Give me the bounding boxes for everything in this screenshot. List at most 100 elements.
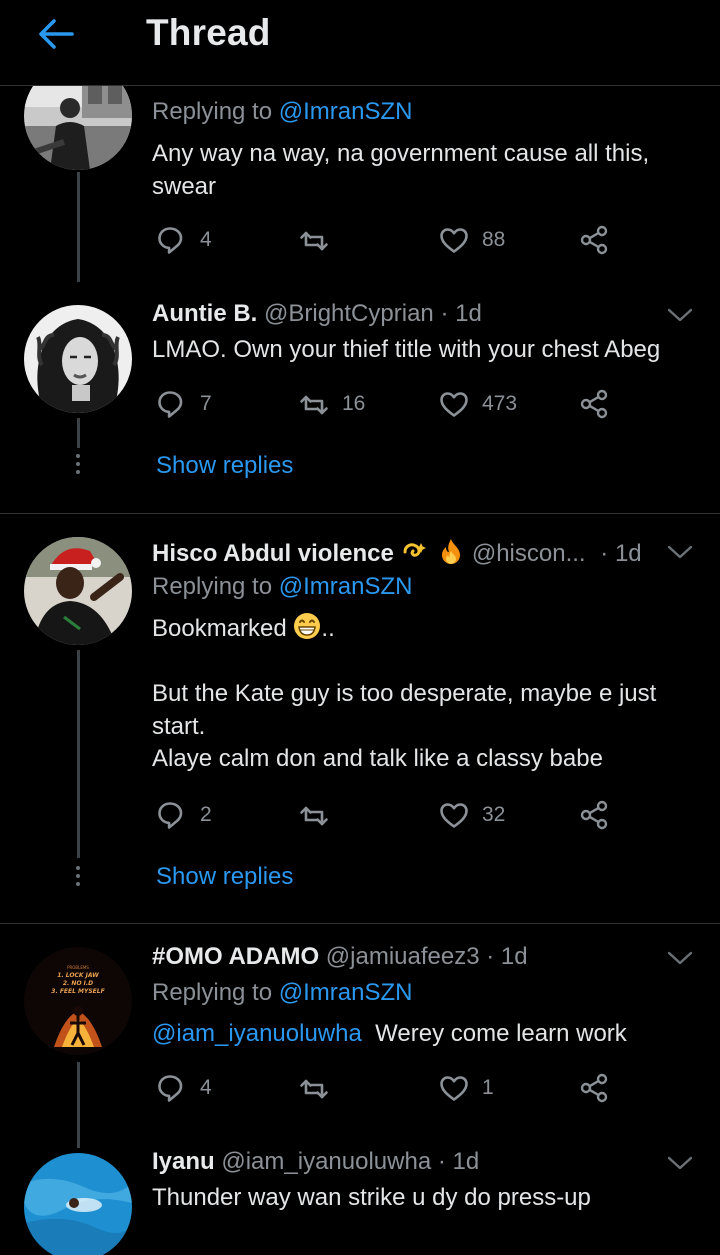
- thread-line: [77, 650, 80, 858]
- retweet-button[interactable]: [298, 222, 330, 258]
- timestamp: 1d: [455, 300, 482, 327]
- display-name[interactable]: Hisco Abdul violence: [152, 540, 394, 567]
- reply-icon: [158, 227, 183, 254]
- heart-icon: [440, 803, 468, 828]
- share-icon: [580, 389, 608, 419]
- grinning-emoji-icon: [294, 613, 321, 639]
- show-replies-link[interactable]: Show replies: [156, 452, 293, 480]
- svg-text:PROBLEMS: PROBLEMS: [67, 965, 89, 970]
- page-title: Thread: [146, 12, 271, 53]
- tweet-actions: 7 16 473: [156, 386, 616, 422]
- mention-link[interactable]: @ImranSZN: [279, 979, 413, 1006]
- share-button[interactable]: [578, 222, 610, 258]
- svg-text:3. FEEL MYSELF: 3. FEEL MYSELF: [51, 988, 105, 995]
- replying-to: Replying to @ImranSZN: [152, 979, 413, 1006]
- like-count: 1: [482, 1076, 494, 1099]
- display-name[interactable]: Auntie B.: [152, 300, 257, 327]
- replying-to: Replying to @ImranSZN: [152, 98, 413, 125]
- retweet-icon: [300, 806, 328, 826]
- reply-button[interactable]: 4: [156, 1070, 212, 1106]
- thread-dots: [76, 454, 81, 478]
- reply-button[interactable]: 7: [156, 386, 212, 422]
- user-handle[interactable]: @hiscon...: [472, 540, 586, 567]
- thread-line: [77, 418, 80, 448]
- top-bar: Thread: [0, 0, 720, 86]
- retweet-icon: [300, 231, 328, 251]
- tweet-actions: 2 32: [156, 797, 616, 833]
- share-icon: [580, 1073, 608, 1103]
- reply-icon: [158, 1075, 183, 1102]
- tweet-actions: 4 88: [156, 222, 616, 258]
- tweet-text: Any way na way, na government cause all …: [152, 140, 650, 200]
- retweet-button[interactable]: [298, 1070, 330, 1106]
- like-count: 473: [482, 392, 518, 415]
- share-button[interactable]: [578, 1070, 610, 1106]
- reply-button[interactable]: 4: [156, 222, 212, 258]
- like-button[interactable]: 473: [438, 386, 517, 422]
- like-button[interactable]: 88: [438, 222, 505, 258]
- avatar[interactable]: [24, 1153, 132, 1255]
- like-count: 88: [482, 228, 506, 251]
- chevron-down-icon[interactable]: [666, 305, 694, 325]
- divider: [0, 923, 720, 924]
- timestamp: 1d: [614, 540, 642, 567]
- tweet-actions: 4 1: [156, 1070, 616, 1106]
- like-button[interactable]: 1: [438, 1070, 494, 1106]
- retweet-icon: [300, 1079, 328, 1099]
- tweet-header: #OMO ADAMO @jamiuafeez3 · 1d: [152, 943, 528, 970]
- user-handle[interactable]: @BrightCyprian: [264, 300, 434, 327]
- display-name[interactable]: #OMO ADAMO: [152, 943, 319, 970]
- share-button[interactable]: [578, 797, 610, 833]
- fire-emoji-icon: [442, 539, 461, 564]
- heart-icon: [440, 1076, 468, 1101]
- tweet-text: Thunder way wan strike u dy do press-up: [152, 1184, 591, 1211]
- share-icon: [580, 800, 608, 830]
- user-handle[interactable]: @iam_iyanuoluwha: [221, 1148, 431, 1175]
- chevron-down-icon[interactable]: [666, 1153, 694, 1173]
- like-button[interactable]: 32: [438, 797, 505, 833]
- share-button[interactable]: [578, 386, 610, 422]
- back-arrow-icon[interactable]: [36, 14, 76, 54]
- svg-text:2. NO I.D: 2. NO I.D: [63, 980, 93, 987]
- thread-line: [77, 1062, 80, 1148]
- retweet-count: 16: [342, 392, 366, 415]
- retweet-icon: [300, 395, 328, 415]
- reply-icon: [158, 391, 183, 418]
- chevron-down-icon[interactable]: [666, 948, 694, 968]
- chevron-down-icon[interactable]: [666, 542, 694, 562]
- heart-icon: [440, 228, 468, 253]
- divider: [0, 513, 720, 514]
- mention-link[interactable]: @ImranSZN: [279, 98, 413, 125]
- reply-icon: [158, 802, 183, 829]
- svg-text:1. LOCK JAW: 1. LOCK JAW: [57, 972, 99, 979]
- reply-count: 7: [200, 392, 212, 415]
- tweet-text: LMAO. Own your thief title with your che…: [152, 336, 661, 363]
- mention-link[interactable]: @ImranSZN: [279, 573, 413, 600]
- reply-count: 4: [200, 1076, 212, 1099]
- retweet-button[interactable]: 16: [298, 386, 365, 422]
- share-icon: [580, 225, 608, 255]
- reply-count: 2: [200, 803, 212, 826]
- thread-dots: [76, 866, 81, 890]
- timestamp: 1d: [452, 1148, 480, 1175]
- avatar[interactable]: [24, 537, 132, 645]
- tweet-header: Auntie B. @BrightCyprian · 1d: [152, 300, 482, 327]
- thread-line: [77, 172, 80, 282]
- display-name[interactable]: Iyanu: [152, 1148, 215, 1175]
- reply-count: 4: [200, 228, 212, 251]
- tweet-header: Iyanu @iam_iyanuoluwha · 1d: [152, 1148, 480, 1175]
- avatar[interactable]: PROBLEMS 1. LOCK JAW 2. NO I.D 3. FEEL M…: [24, 947, 132, 1055]
- replying-to: Replying to @ImranSZN: [152, 573, 413, 600]
- show-replies-link[interactable]: Show replies: [156, 863, 293, 891]
- heart-icon: [440, 392, 468, 417]
- like-count: 32: [482, 803, 506, 826]
- mention-link[interactable]: @iam_iyanuoluwha: [152, 1020, 362, 1047]
- reply-button[interactable]: 2: [156, 797, 212, 833]
- tweet-header: Hisco Abdul violence @hiscon... · 1d: [152, 537, 642, 569]
- timestamp: 1d: [500, 943, 528, 970]
- user-handle[interactable]: @jamiuafeez3: [326, 943, 480, 970]
- dizzy-emoji-icon: [403, 543, 426, 557]
- avatar[interactable]: [24, 305, 132, 413]
- retweet-button[interactable]: [298, 797, 330, 833]
- tweet-text: Bookmarked .. But the Kate guy is too de…: [152, 612, 656, 776]
